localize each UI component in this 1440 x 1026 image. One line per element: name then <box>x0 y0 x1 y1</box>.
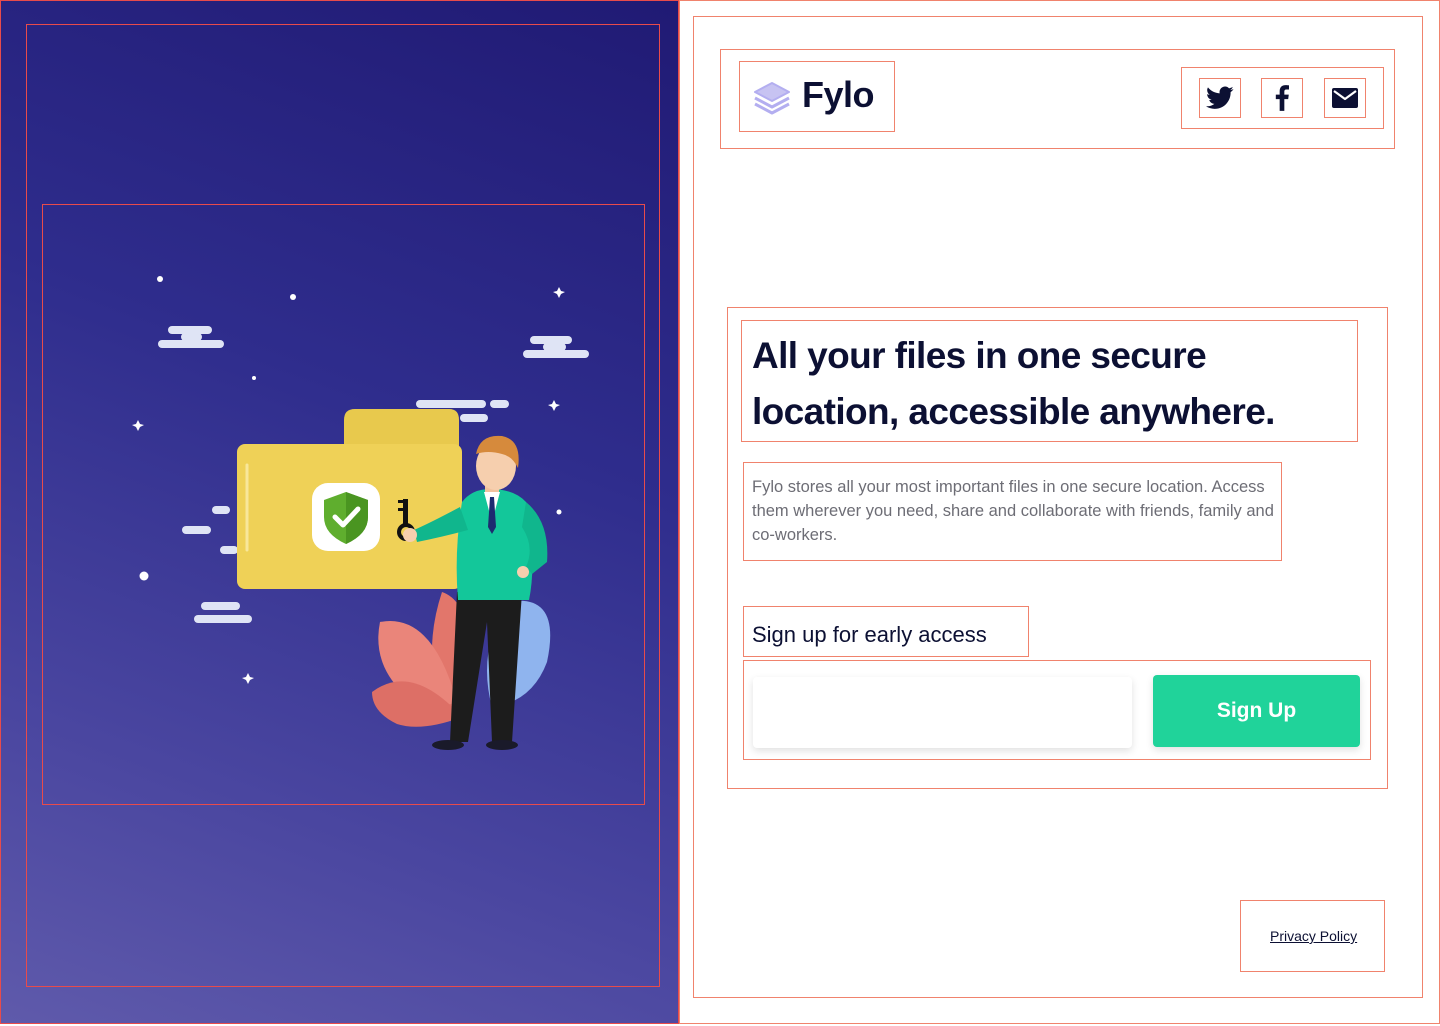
signup-label-container: Sign up for early access <box>743 606 1029 657</box>
signup-label: Sign up for early access <box>752 622 987 647</box>
signup-form: Sign Up <box>743 660 1371 760</box>
signup-button[interactable]: Sign Up <box>1153 675 1360 747</box>
stacked-layers-icon <box>754 82 790 115</box>
hero-headline: All your files in one secure location, a… <box>752 335 1275 432</box>
hero-description: Fylo stores all your most important file… <box>752 478 1274 544</box>
facebook-icon <box>1275 85 1289 111</box>
logo[interactable]: Fylo <box>739 61 895 132</box>
footer: Privacy Policy <box>1240 900 1385 972</box>
hero-illustration <box>132 276 589 750</box>
logo-text: Fylo <box>802 74 875 115</box>
twitter-icon <box>1206 86 1234 109</box>
description-container: Fylo stores all your most important file… <box>743 462 1282 561</box>
facebook-link[interactable] <box>1261 78 1303 118</box>
privacy-policy-link[interactable]: Privacy Policy <box>1270 928 1357 944</box>
email-icon <box>1332 88 1358 108</box>
twitter-link[interactable] <box>1199 78 1241 118</box>
headline-container: All your files in one secure location, a… <box>741 320 1358 442</box>
shield-check-icon <box>312 483 380 551</box>
email-input[interactable] <box>753 677 1132 748</box>
social-links <box>1181 67 1384 129</box>
illustration-container <box>42 204 645 805</box>
hero-illustration-panel <box>0 0 679 1024</box>
email-link[interactable] <box>1324 78 1366 118</box>
